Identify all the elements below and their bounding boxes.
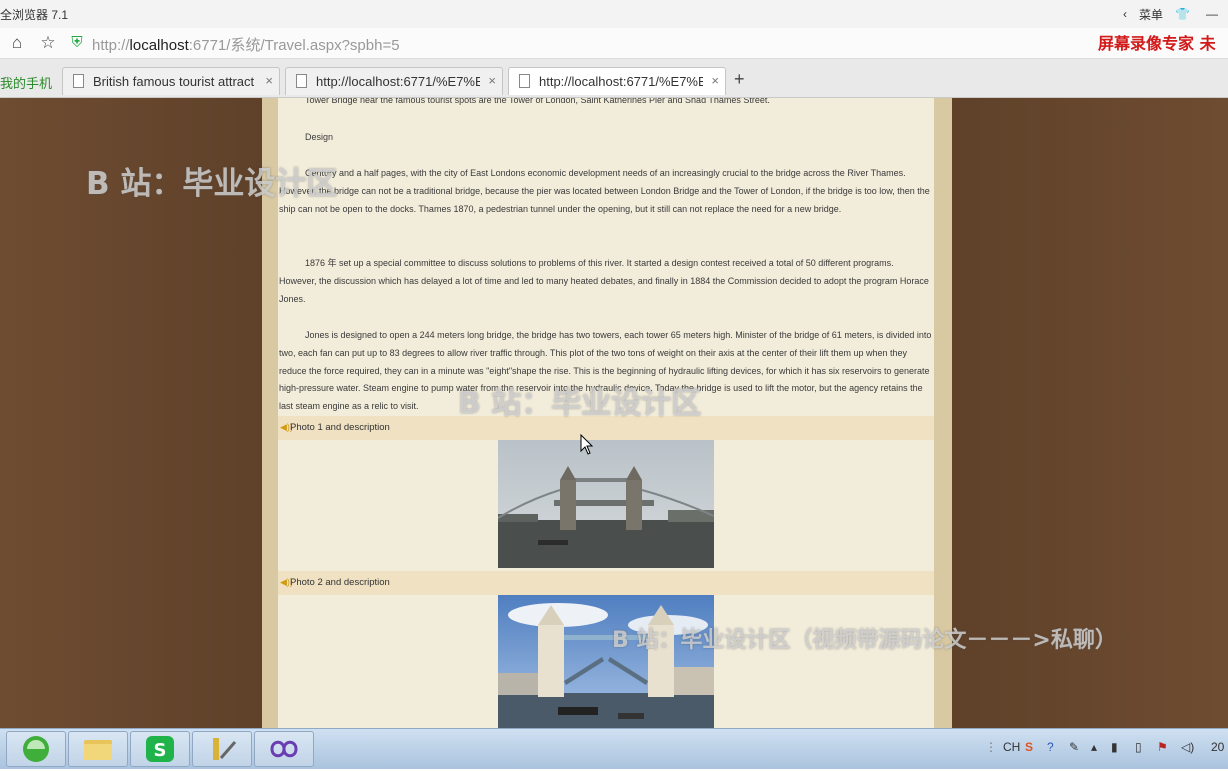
url-path: :6771/系统/Travel.aspx?spbh=5: [188, 37, 400, 54]
paragraph-history: Century and a half pages, with the city …: [279, 168, 930, 214]
infinity-icon: [270, 740, 298, 758]
photo-1-label: Photo 1 and description: [290, 422, 390, 433]
tab-my-phone[interactable]: 我的手机: [0, 73, 52, 92]
tools-taskbar-button[interactable]: [192, 731, 252, 767]
shield-icon: ⛨: [71, 34, 83, 51]
system-tray: ⋮ CH S ? ✎ ▴ ▮ ▯ ⚑ ◁) 20: [985, 729, 1228, 769]
network-icon[interactable]: ⚑: [1157, 740, 1168, 754]
signal-icon[interactable]: ▮: [1111, 740, 1118, 754]
chevron-up-icon[interactable]: ▴: [1091, 740, 1097, 754]
explorer-taskbar-button[interactable]: [68, 731, 128, 767]
photo-2-label: Photo 2 and description: [290, 577, 390, 588]
tab-label: http://localhost:6771/%E7%E: [316, 74, 480, 89]
watermark-left: B 站：毕业设计区: [86, 166, 338, 202]
folder-icon: [84, 740, 112, 760]
watermark-center: B 站：毕业设计区: [458, 386, 702, 421]
s-app-icon: S: [146, 736, 174, 762]
tab-localhost-1[interactable]: http://localhost:6771/%E7%E ×: [285, 67, 503, 95]
volume-icon[interactable]: ◁): [1181, 740, 1194, 754]
page-icon: [296, 74, 307, 88]
star-icon[interactable]: ☆: [37, 32, 59, 54]
home-icon[interactable]: ⌂: [6, 32, 28, 54]
tab-label: British famous tourist attract: [93, 74, 255, 89]
intro-paragraph: Tower Bridge near the famous tourist spo…: [305, 98, 770, 105]
app-title: 全浏览器 7.1: [0, 8, 69, 22]
battery-icon[interactable]: ▯: [1135, 740, 1142, 754]
skin-icon[interactable]: 👕: [1171, 7, 1194, 21]
page-icon: [519, 74, 530, 88]
photo-1-tower-bridge: [498, 440, 714, 568]
sogou-icon[interactable]: S: [1025, 740, 1033, 754]
watermark-bottom: B 站：毕业设计区（视频带源码论文－－－>私聊）: [612, 628, 1117, 653]
design-heading: Design: [305, 132, 334, 142]
tab-label: http://localhost:6771/%E7%E: [539, 74, 703, 89]
browser-icon: [23, 736, 49, 762]
menu-button[interactable]: 菜单: [1139, 6, 1163, 23]
close-icon[interactable]: ×: [265, 73, 273, 88]
window-controls: ‹ 菜单 👕 —: [1119, 0, 1228, 28]
photo-2-tower-bridge-raised: [498, 595, 714, 728]
paragraph-committee: 1876 年 set up a special committee to dis…: [279, 258, 929, 304]
ime-indicator[interactable]: CH: [1003, 740, 1020, 754]
url-host: localhost: [129, 37, 189, 54]
photo-2-header: ◀)) Photo 2 and description: [278, 571, 934, 595]
s-app-taskbar-button[interactable]: S: [130, 731, 190, 767]
recorder-watermark: 屏幕录像专家 未: [1098, 34, 1216, 53]
grip-icon: ⋮: [985, 740, 997, 754]
title-bar: 全浏览器 7.1 ‹ 菜单 👕 —: [0, 0, 1228, 28]
help-icon[interactable]: ?: [1047, 740, 1054, 754]
address-input[interactable]: http://localhost:6771/系统/Travel.aspx?spb…: [92, 34, 400, 55]
close-icon[interactable]: ×: [488, 73, 496, 88]
close-icon[interactable]: ×: [711, 73, 719, 88]
minimize-button[interactable]: —: [1202, 7, 1222, 21]
tab-british-attractions[interactable]: British famous tourist attract ×: [62, 67, 280, 95]
new-tab-button[interactable]: +: [734, 69, 745, 90]
address-bar-row: ⌂ ☆ ⛨ http://localhost:6771/系统/Travel.as…: [0, 28, 1228, 59]
tab-localhost-active[interactable]: http://localhost:6771/%E7%E ×: [508, 67, 726, 95]
pen-icon[interactable]: ✎: [1069, 740, 1079, 754]
vs-taskbar-button[interactable]: [254, 731, 314, 767]
chevron-left-icon[interactable]: ‹: [1119, 7, 1131, 21]
tab-strip: 我的手机 British famous tourist attract × ht…: [0, 59, 1228, 98]
clock[interactable]: 20: [1211, 740, 1224, 754]
tools-icon: [213, 738, 237, 760]
browser-taskbar-button[interactable]: [6, 731, 66, 767]
taskbar: S ⋮ CH S ? ✎ ▴ ▮ ▯ ⚑ ◁) 20: [0, 728, 1228, 769]
svg-text:S: S: [154, 740, 167, 761]
page-icon: [73, 74, 84, 88]
mouse-cursor-icon: [580, 434, 594, 455]
page-viewport: Tower Bridge near the famous tourist spo…: [0, 98, 1228, 728]
url-scheme: http://: [92, 37, 130, 54]
